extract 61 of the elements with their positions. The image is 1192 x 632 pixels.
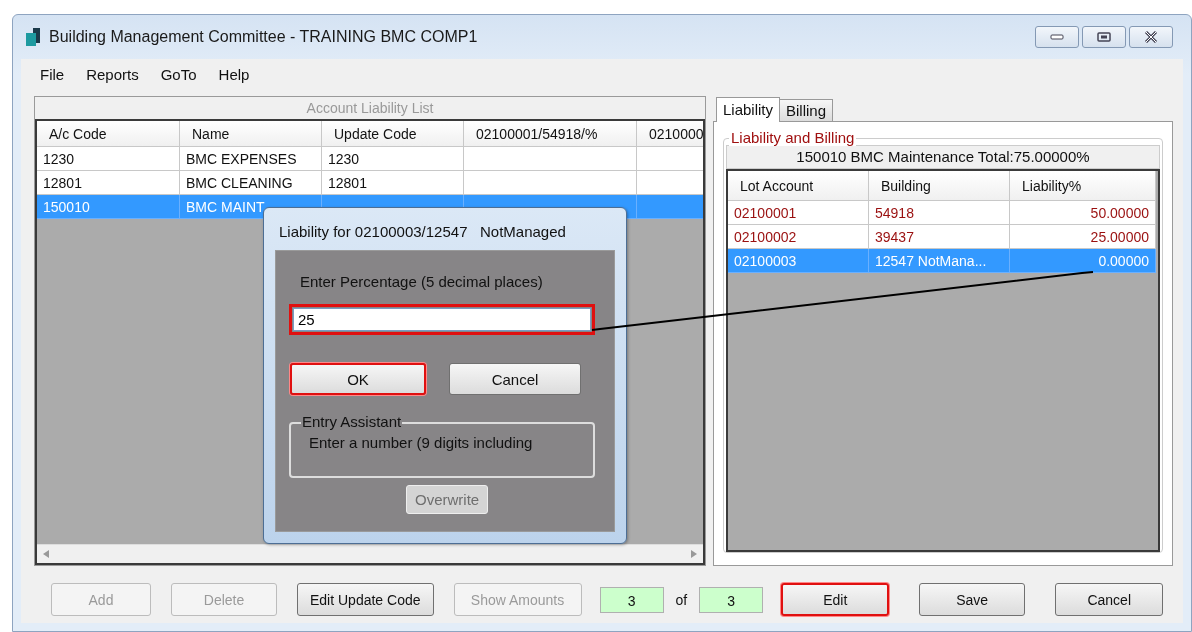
column-header[interactable]: Lot Account	[728, 171, 869, 201]
app-logo-icon	[25, 27, 41, 47]
table-row[interactable]: 02100002 39437 25.00000	[728, 225, 1158, 249]
close-icon	[1143, 31, 1159, 43]
percentage-field[interactable]: 25	[289, 304, 595, 335]
maximize-button[interactable]	[1082, 26, 1126, 48]
table-cell: 0.00000	[1010, 249, 1156, 273]
dialog-title: Liability for 02100003/12547 NotManaged	[278, 222, 567, 242]
column-header[interactable]: 0210000	[637, 121, 703, 147]
table-cell: 50.00000	[1010, 201, 1156, 225]
group-title: Liability and Billing	[729, 129, 857, 146]
table-cell: 12547 NotMana...	[869, 249, 1010, 273]
table-cell: 1230	[322, 147, 464, 171]
column-header[interactable]: Building	[869, 171, 1010, 201]
table-cell: 150010	[37, 195, 180, 219]
panel-title: Account Liability List	[305, 99, 435, 118]
table-cell: BMC EXPENSES	[180, 147, 322, 171]
of-label: of	[675, 591, 688, 608]
edit-button[interactable]: Edit	[781, 583, 890, 616]
table-cell: 39437	[869, 225, 1010, 249]
menu-item[interactable]: GoTo	[151, 65, 206, 83]
menu-item[interactable]: Help	[209, 65, 259, 83]
table-cell: 25.00000	[1010, 225, 1156, 249]
column-header[interactable]: Name	[180, 121, 322, 147]
minimize-button[interactable]	[1035, 26, 1079, 48]
table-cell: 02100003	[728, 249, 869, 273]
cancel-button[interactable]: Cancel	[1055, 583, 1164, 616]
scroll-left-icon[interactable]	[43, 550, 49, 558]
column-header[interactable]: 02100001/54918/%	[464, 121, 637, 147]
column-header[interactable]: Update Code	[322, 121, 464, 147]
table-row[interactable]: 12801 BMC CLEANING 12801	[37, 171, 703, 195]
current-record-field: 3	[599, 586, 664, 613]
minimize-icon	[1050, 34, 1064, 40]
prompt-label: Enter Percentage (5 decimal places)	[300, 273, 544, 290]
column-header[interactable]: A/c Code	[37, 121, 180, 147]
summary-bar: 150010 BMC Maintenance Total:75.00000%	[726, 145, 1160, 169]
scroll-right-icon[interactable]	[691, 550, 697, 558]
table-cell: 12801	[37, 171, 180, 195]
tab[interactable]: Liability	[716, 97, 781, 122]
edit-update-code-button[interactable]: Edit Update Code	[297, 583, 434, 616]
table-cell: 54918	[869, 201, 1010, 225]
tab[interactable]: Billing	[779, 99, 834, 121]
window-title: Building Management Committee - TRAINING BMC COMP1	[49, 28, 479, 46]
total-records-field: 3	[699, 586, 764, 613]
group-title: Entry Assistant	[301, 413, 403, 430]
maximize-icon	[1097, 32, 1111, 42]
menu-item[interactable]: Reports	[77, 65, 148, 83]
cancel-button[interactable]: Cancel	[449, 363, 581, 395]
table-row[interactable]: 02100001 54918 50.00000	[728, 201, 1158, 225]
column-header[interactable]: Liability%	[1010, 171, 1156, 201]
table-cell: 1230	[37, 147, 180, 171]
table-row[interactable]: 1230 BMC EXPENSES 1230	[37, 147, 703, 171]
assistant-text: Enter a number (9 digits including	[309, 434, 533, 451]
ok-button[interactable]: OK	[290, 363, 426, 395]
table-cell: 02100001	[728, 201, 869, 225]
save-button[interactable]: Save	[919, 583, 1026, 616]
table-cell: BMC CLEANING	[180, 171, 322, 195]
menu-item[interactable]: File	[31, 65, 74, 83]
table-cell: 12801	[322, 171, 464, 195]
table-cell: 02100002	[728, 225, 869, 249]
close-button[interactable]	[1129, 26, 1173, 48]
